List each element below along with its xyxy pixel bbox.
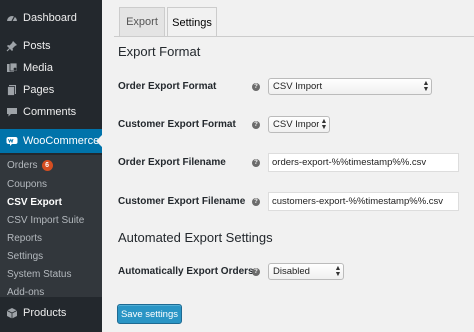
help-icon[interactable]: ? bbox=[252, 121, 260, 129]
sidebar-item-media[interactable]: Media bbox=[0, 57, 102, 79]
order-export-format-select[interactable]: CSV Import ▲ ▼ bbox=[268, 78, 432, 95]
select-value: CSV Import bbox=[273, 81, 323, 92]
select-value: CSV Import bbox=[273, 119, 319, 130]
auto-export-label: Automatically Export Orders bbox=[118, 266, 254, 277]
sidebar-item-products[interactable]: Products bbox=[0, 302, 102, 324]
sidebar-item-pages[interactable]: Pages bbox=[0, 79, 102, 101]
order-export-filename-label: Order Export Filename bbox=[118, 157, 226, 168]
customer-export-format-select[interactable]: CSV Import ▲ ▼ bbox=[268, 116, 330, 133]
submenu-item-csv-import-suite[interactable]: CSV Import Suite bbox=[7, 213, 84, 227]
sidebar-item-comments[interactable]: Comments bbox=[0, 101, 102, 123]
sidebar-item-label: Dashboard bbox=[23, 12, 77, 24]
order-export-format-label: Order Export Format bbox=[118, 81, 217, 92]
tab-export[interactable]: Export bbox=[119, 7, 165, 36]
sidebar-item-woocommerce[interactable]: WooCommerce bbox=[0, 129, 102, 153]
admin-sidebar: Dashboard Posts Media Pages Comments Woo… bbox=[0, 0, 102, 332]
sidebar-item-label: Posts bbox=[23, 40, 51, 52]
order-export-filename-input[interactable]: orders-export-%%timestamp%%.csv bbox=[268, 153, 459, 172]
help-icon[interactable]: ? bbox=[252, 268, 260, 276]
sidebar-item-label: WooCommerce bbox=[23, 135, 100, 147]
submenu-item-add-ons[interactable]: Add-ons bbox=[7, 285, 44, 299]
active-arrow-notch bbox=[96, 135, 102, 147]
section-title-automated-export: Automated Export Settings bbox=[118, 230, 273, 245]
woocommerce-submenu: Orders 6 Coupons CSV Export CSV Import S… bbox=[0, 155, 102, 299]
submenu-item-label: CSV Export bbox=[7, 196, 63, 208]
comments-icon bbox=[6, 106, 18, 118]
sidebar-item-label: Products bbox=[23, 307, 67, 319]
submenu-item-reports[interactable]: Reports bbox=[7, 231, 42, 245]
tab-settings[interactable]: Settings bbox=[167, 7, 217, 37]
tab-label: Settings bbox=[172, 16, 212, 29]
tab-divider bbox=[114, 36, 474, 37]
auto-export-select[interactable]: Disabled ▲ ▼ bbox=[268, 263, 344, 280]
section-title-export-format: Export Format bbox=[118, 44, 201, 59]
sidebar-item-label: Pages bbox=[23, 84, 55, 96]
sidebar-item-posts[interactable]: Posts bbox=[0, 35, 102, 57]
customer-export-format-label: Customer Export Format bbox=[118, 119, 236, 130]
submenu-item-settings[interactable]: Settings bbox=[7, 249, 43, 263]
help-icon[interactable]: ? bbox=[252, 198, 260, 206]
select-value: Disabled bbox=[273, 266, 310, 277]
submenu-item-coupons[interactable]: Coupons bbox=[7, 177, 47, 191]
help-icon[interactable]: ? bbox=[252, 83, 260, 91]
pin-icon bbox=[6, 40, 18, 52]
submenu-item-csv-export[interactable]: CSV Export bbox=[7, 195, 62, 209]
woocommerce-icon bbox=[6, 135, 18, 147]
submenu-item-label: Add-ons bbox=[7, 286, 45, 298]
sidebar-item-label: Media bbox=[23, 62, 53, 74]
customer-export-filename-input[interactable]: customers-export-%%timestamp%%.csv bbox=[268, 192, 459, 211]
sidebar-item-label: Comments bbox=[23, 106, 77, 118]
save-settings-button[interactable]: Save settings bbox=[117, 304, 182, 324]
submenu-item-orders[interactable]: Orders 6 bbox=[7, 158, 53, 172]
pages-icon bbox=[6, 84, 18, 96]
products-icon bbox=[6, 307, 18, 319]
select-arrows-icon: ▲ ▼ bbox=[320, 117, 328, 131]
select-arrows-icon: ▲ ▼ bbox=[422, 79, 430, 93]
orders-count-badge: 6 bbox=[41, 159, 53, 171]
submenu-item-label: Orders bbox=[7, 159, 38, 171]
dashboard-icon bbox=[6, 12, 18, 24]
help-icon[interactable]: ? bbox=[252, 159, 260, 167]
submenu-item-label: Coupons bbox=[7, 178, 48, 190]
submenu-item-label: CSV Import Suite bbox=[7, 214, 85, 226]
customer-export-filename-label: Customer Export Filename bbox=[118, 196, 246, 207]
sidebar-item-dashboard[interactable]: Dashboard bbox=[0, 7, 102, 29]
submenu-item-system-status[interactable]: System Status bbox=[7, 267, 71, 281]
select-arrows-icon: ▲ ▼ bbox=[334, 264, 342, 278]
tab-label: Export bbox=[126, 16, 158, 28]
submenu-item-label: System Status bbox=[7, 268, 72, 280]
submenu-item-label: Settings bbox=[7, 250, 44, 262]
media-icon bbox=[6, 62, 18, 74]
submenu-item-label: Reports bbox=[7, 232, 43, 244]
